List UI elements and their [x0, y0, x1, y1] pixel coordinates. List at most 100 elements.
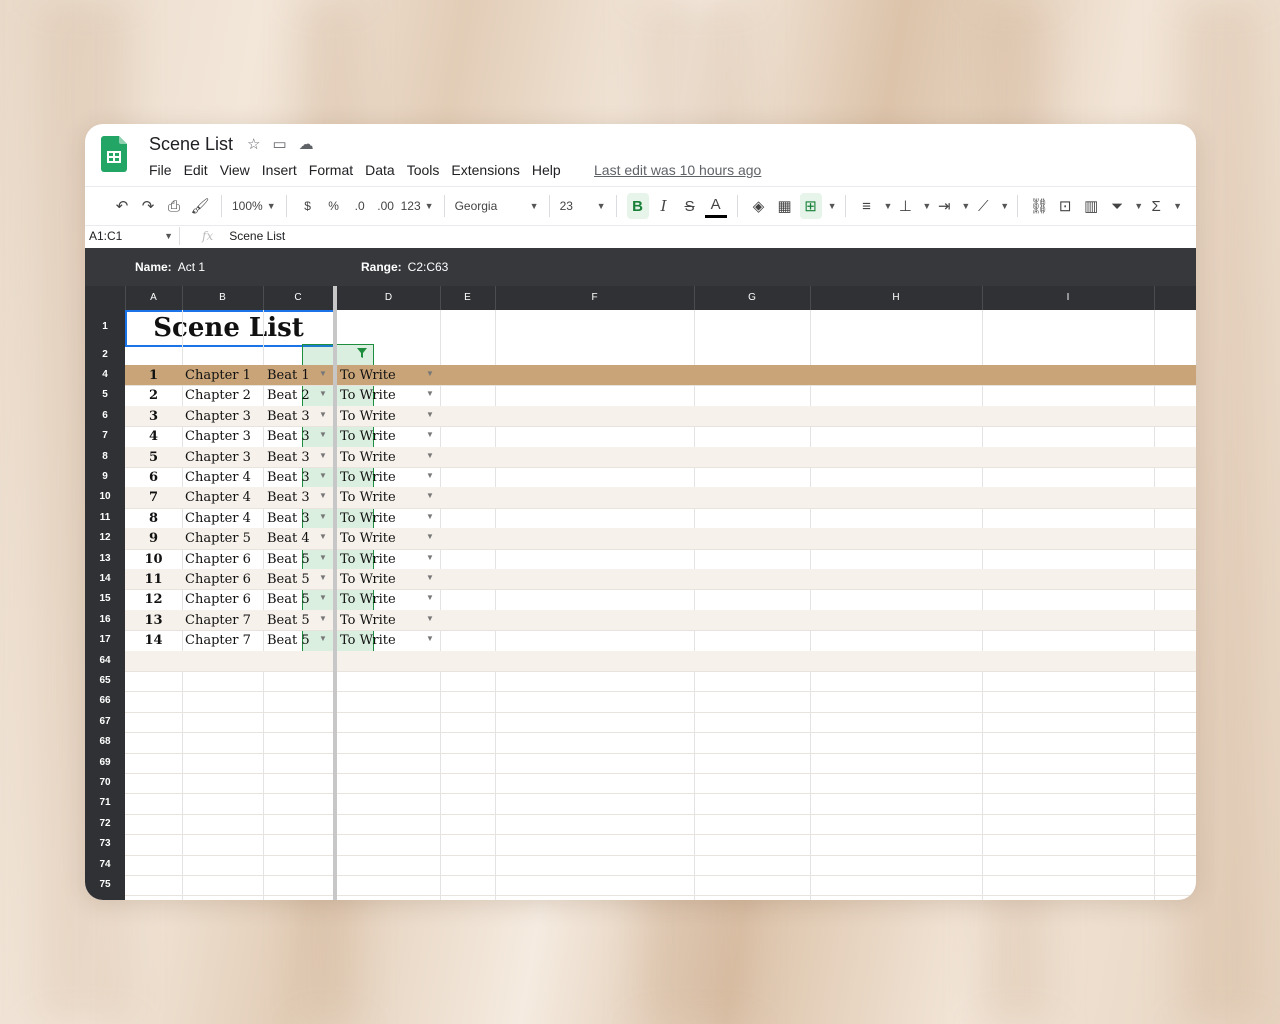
row-header[interactable]: 13: [85, 549, 125, 569]
paint-format-icon[interactable]: 🖌︎: [189, 193, 211, 219]
status-cell[interactable]: To Write: [340, 589, 440, 609]
dropdown-chip-icon[interactable]: ▼: [319, 593, 327, 602]
status-cell[interactable]: To Write: [340, 365, 440, 385]
scene-number-cell[interactable]: 6: [125, 467, 182, 487]
strikethrough-button[interactable]: S: [679, 193, 701, 219]
borders-icon[interactable]: ▦: [774, 193, 796, 219]
scene-number-cell[interactable]: 1: [125, 365, 182, 385]
filter-icon[interactable]: ⏷: [1106, 193, 1128, 219]
table-row[interactable]: [125, 814, 1196, 836]
column-header-d[interactable]: D: [337, 286, 441, 310]
dropdown-chip-icon[interactable]: ▼: [426, 593, 434, 602]
named-range-range[interactable]: Range: C2:C63: [361, 260, 448, 274]
chapter-cell[interactable]: Chapter 6: [185, 549, 263, 569]
row-header[interactable]: 68: [85, 732, 125, 752]
row-header[interactable]: 75: [85, 875, 125, 895]
dropdown-chip-icon[interactable]: ▼: [319, 430, 327, 439]
chapter-cell[interactable]: Chapter 4: [185, 467, 263, 487]
scene-number-cell[interactable]: 2: [125, 385, 182, 405]
currency-format-button[interactable]: $: [297, 193, 319, 219]
row-header[interactable]: 10: [85, 487, 125, 507]
table-row[interactable]: [125, 691, 1196, 713]
status-cell[interactable]: To Write: [340, 630, 440, 650]
status-cell[interactable]: To Write: [340, 447, 440, 467]
italic-button[interactable]: I: [653, 193, 675, 219]
status-cell[interactable]: To Write: [340, 467, 440, 487]
table-row[interactable]: [125, 793, 1196, 815]
row-header[interactable]: 17: [85, 630, 125, 650]
star-icon[interactable]: ☆: [247, 135, 260, 153]
dropdown-chip-icon[interactable]: ▼: [426, 532, 434, 541]
status-cell[interactable]: To Write: [340, 508, 440, 528]
row-header[interactable]: 8: [85, 447, 125, 467]
column-header-g[interactable]: G: [694, 286, 811, 310]
column-header-e[interactable]: E: [440, 286, 496, 310]
merge-cells-icon[interactable]: ⊞: [799, 193, 822, 219]
menu-file[interactable]: File: [149, 162, 178, 178]
chapter-cell[interactable]: Chapter 7: [185, 610, 263, 630]
row-header[interactable]: 4: [85, 365, 125, 385]
row-header[interactable]: 64: [85, 651, 125, 671]
row-header[interactable]: 15: [85, 589, 125, 609]
percent-format-button[interactable]: %: [323, 193, 345, 219]
table-row[interactable]: [125, 732, 1196, 754]
status-cell[interactable]: To Write: [340, 549, 440, 569]
table-row[interactable]: [125, 344, 1196, 366]
font-select[interactable]: Georgia ▼: [455, 193, 539, 219]
number-format-select[interactable]: 123 ▼: [401, 193, 434, 219]
column-header-a[interactable]: A: [125, 286, 183, 310]
text-color-button[interactable]: A: [704, 195, 727, 218]
menu-help[interactable]: Help: [532, 162, 567, 178]
fill-color-icon[interactable]: ◈: [748, 193, 770, 219]
status-cell[interactable]: To Write: [340, 426, 440, 446]
row-header[interactable]: 69: [85, 753, 125, 773]
chapter-cell[interactable]: Chapter 7: [185, 630, 263, 650]
row-header[interactable]: 7: [85, 426, 125, 446]
redo-icon[interactable]: ↷: [137, 193, 159, 219]
menu-view[interactable]: View: [220, 162, 256, 178]
chapter-cell[interactable]: Chapter 2: [185, 385, 263, 405]
row-header[interactable]: 6: [85, 406, 125, 426]
text-wrapping-icon[interactable]: ⇥: [933, 193, 955, 219]
dropdown-chip-icon[interactable]: ▼: [319, 369, 327, 378]
column-header-h[interactable]: H: [810, 286, 983, 310]
scene-number-cell[interactable]: 8: [125, 508, 182, 528]
menu-insert[interactable]: Insert: [262, 162, 303, 178]
dropdown-chip-icon[interactable]: ▼: [319, 471, 327, 480]
row-header[interactable]: 67: [85, 712, 125, 732]
dropdown-chip-icon[interactable]: ▼: [319, 389, 327, 398]
row-header[interactable]: 12: [85, 528, 125, 548]
google-sheets-logo-icon[interactable]: [101, 136, 127, 172]
cell-area[interactable]: Scene List 1 Chapter 1 Beat 1 To Write ▼ ▼ 2 Ch…: [125, 310, 1196, 900]
scene-number-cell[interactable]: 13: [125, 610, 182, 630]
text-rotation-icon[interactable]: ⟋: [972, 193, 994, 219]
row-header[interactable]: 14: [85, 569, 125, 589]
row-header[interactable]: 5: [85, 385, 125, 405]
dropdown-chip-icon[interactable]: ▼: [319, 553, 327, 562]
document-title[interactable]: Scene List: [149, 134, 233, 155]
dropdown-chip-icon[interactable]: ▼: [426, 491, 434, 500]
chevron-down-icon[interactable]: ▼: [922, 201, 931, 211]
dropdown-chip-icon[interactable]: ▼: [319, 614, 327, 623]
scene-number-cell[interactable]: 10: [125, 549, 182, 569]
dropdown-chip-icon[interactable]: ▼: [319, 634, 327, 643]
dropdown-chip-icon[interactable]: ▼: [319, 573, 327, 582]
chevron-down-icon[interactable]: ▼: [1134, 201, 1143, 211]
menu-extensions[interactable]: Extensions: [451, 162, 525, 178]
frozen-column-divider[interactable]: [333, 286, 337, 900]
row-header[interactable]: 9: [85, 467, 125, 487]
dropdown-chip-icon[interactable]: ▼: [426, 369, 434, 378]
dropdown-chip-icon[interactable]: ▼: [426, 471, 434, 480]
table-row[interactable]: [125, 753, 1196, 774]
scene-number-cell[interactable]: 12: [125, 589, 182, 609]
menu-format[interactable]: Format: [309, 162, 359, 178]
table-row[interactable]: [125, 875, 1196, 897]
chevron-down-icon[interactable]: ▼: [884, 201, 893, 211]
scene-number-cell[interactable]: 5: [125, 447, 182, 467]
status-cell[interactable]: To Write: [340, 406, 440, 426]
chevron-down-icon[interactable]: ▼: [961, 201, 970, 211]
horizontal-align-icon[interactable]: ≡: [856, 193, 878, 219]
scene-number-cell[interactable]: 11: [125, 569, 182, 589]
insert-link-icon[interactable]: ⛓: [1028, 193, 1050, 219]
row-header[interactable]: 70: [85, 773, 125, 793]
